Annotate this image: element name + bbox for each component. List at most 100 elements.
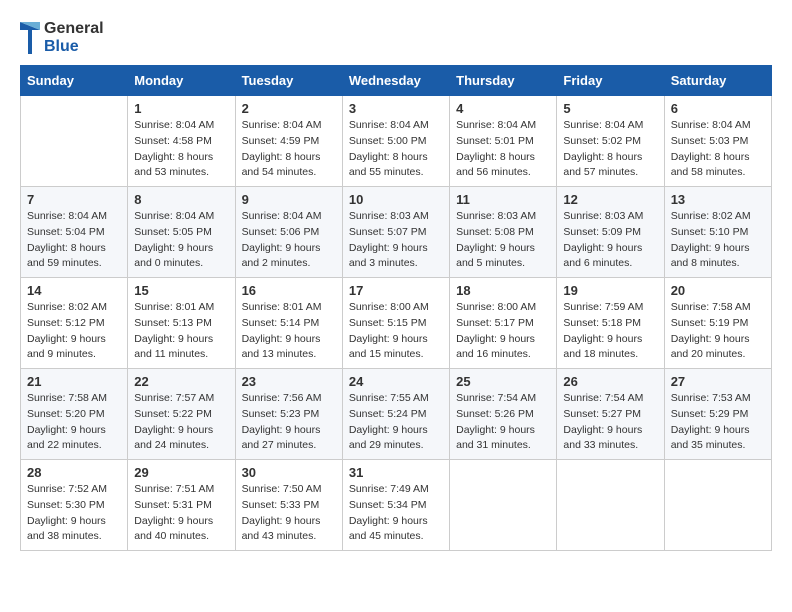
day-number: 27	[671, 374, 765, 389]
calendar-cell: 26 Sunrise: 7:54 AMSunset: 5:27 PMDayligh…	[557, 369, 664, 460]
calendar-cell	[664, 460, 771, 551]
day-number: 19	[563, 283, 657, 298]
calendar-cell: 23 Sunrise: 7:56 AMSunset: 5:23 PMDayligh…	[235, 369, 342, 460]
day-number: 24	[349, 374, 443, 389]
day-info: Sunrise: 8:04 AMSunset: 5:06 PMDaylight:…	[242, 209, 336, 272]
day-info: Sunrise: 8:04 AMSunset: 5:03 PMDaylight:…	[671, 118, 765, 181]
day-number: 6	[671, 101, 765, 116]
day-info: Sunrise: 7:56 AMSunset: 5:23 PMDaylight:…	[242, 391, 336, 454]
day-info: Sunrise: 8:03 AMSunset: 5:09 PMDaylight:…	[563, 209, 657, 272]
calendar-cell: 10 Sunrise: 8:03 AMSunset: 5:07 PMDayligh…	[342, 187, 449, 278]
day-number: 20	[671, 283, 765, 298]
day-number: 11	[456, 192, 550, 207]
weekday-header-friday: Friday	[557, 66, 664, 96]
day-info: Sunrise: 7:53 AMSunset: 5:29 PMDaylight:…	[671, 391, 765, 454]
day-number: 26	[563, 374, 657, 389]
day-info: Sunrise: 8:04 AMSunset: 5:01 PMDaylight:…	[456, 118, 550, 181]
calendar-week-row: 28Sunrise: 7:52 AMSunset: 5:30 PMDayligh…	[21, 460, 772, 551]
calendar-cell: 6 Sunrise: 8:04 AMSunset: 5:03 PMDaylight…	[664, 96, 771, 187]
calendar-week-row: 14 Sunrise: 8:02 AMSunset: 5:12 PMDayligh…	[21, 278, 772, 369]
calendar-cell: 15 Sunrise: 8:01 AMSunset: 5:13 PMDayligh…	[128, 278, 235, 369]
day-number: 17	[349, 283, 443, 298]
day-info: Sunrise: 7:50 AMSunset: 5:33 PMDaylight:…	[242, 482, 336, 545]
day-info: Sunrise: 8:02 AMSunset: 5:12 PMDaylight:…	[27, 300, 121, 363]
day-info: Sunrise: 7:58 AMSunset: 5:20 PMDaylight:…	[27, 391, 121, 454]
logo-arrow-icon	[20, 22, 40, 54]
calendar-cell: 14 Sunrise: 8:02 AMSunset: 5:12 PMDayligh…	[21, 278, 128, 369]
day-number: 2	[242, 101, 336, 116]
calendar-cell: 8 Sunrise: 8:04 AMSunset: 5:05 PMDaylight…	[128, 187, 235, 278]
calendar-cell	[557, 460, 664, 551]
calendar-cell: 11Sunrise: 8:03 AMSunset: 5:08 PMDayligh…	[450, 187, 557, 278]
weekday-header-wednesday: Wednesday	[342, 66, 449, 96]
day-number: 10	[349, 192, 443, 207]
day-number: 30	[242, 465, 336, 480]
calendar-cell: 3Sunrise: 8:04 AMSunset: 5:00 PMDaylight…	[342, 96, 449, 187]
day-info: Sunrise: 7:54 AMSunset: 5:27 PMDaylight:…	[563, 391, 657, 454]
calendar-cell: 7 Sunrise: 8:04 AMSunset: 5:04 PMDaylight…	[21, 187, 128, 278]
day-info: Sunrise: 8:04 AMSunset: 5:04 PMDaylight:…	[27, 209, 121, 272]
calendar-cell: 13 Sunrise: 8:02 AMSunset: 5:10 PMDayligh…	[664, 187, 771, 278]
calendar-cell: 1Sunrise: 8:04 AMSunset: 4:58 PMDaylight…	[128, 96, 235, 187]
calendar-cell: 31 Sunrise: 7:49 AMSunset: 5:34 PMDayligh…	[342, 460, 449, 551]
day-number: 18	[456, 283, 550, 298]
day-number: 23	[242, 374, 336, 389]
calendar-header-row: SundayMondayTuesdayWednesdayThursdayFrid…	[21, 66, 772, 96]
calendar-cell: 9Sunrise: 8:04 AMSunset: 5:06 PMDaylight…	[235, 187, 342, 278]
calendar-cell: 27 Sunrise: 7:53 AMSunset: 5:29 PMDayligh…	[664, 369, 771, 460]
calendar-cell: 17 Sunrise: 8:00 AMSunset: 5:15 PMDayligh…	[342, 278, 449, 369]
calendar-cell: 25 Sunrise: 7:54 AMSunset: 5:26 PMDayligh…	[450, 369, 557, 460]
calendar-cell: 29 Sunrise: 7:51 AMSunset: 5:31 PMDayligh…	[128, 460, 235, 551]
day-info: Sunrise: 8:00 AMSunset: 5:17 PMDaylight:…	[456, 300, 550, 363]
day-number: 21	[27, 374, 121, 389]
calendar-week-row: 1Sunrise: 8:04 AMSunset: 4:58 PMDaylight…	[21, 96, 772, 187]
day-number: 31	[349, 465, 443, 480]
calendar-cell	[21, 96, 128, 187]
day-info: Sunrise: 8:04 AMSunset: 4:59 PMDaylight:…	[242, 118, 336, 181]
day-number: 12	[563, 192, 657, 207]
day-info: Sunrise: 7:58 AMSunset: 5:19 PMDaylight:…	[671, 300, 765, 363]
day-info: Sunrise: 8:02 AMSunset: 5:10 PMDaylight:…	[671, 209, 765, 272]
day-info: Sunrise: 7:59 AMSunset: 5:18 PMDaylight:…	[563, 300, 657, 363]
calendar-cell: 2 Sunrise: 8:04 AMSunset: 4:59 PMDaylight…	[235, 96, 342, 187]
day-info: Sunrise: 8:01 AMSunset: 5:13 PMDaylight:…	[134, 300, 228, 363]
day-info: Sunrise: 8:00 AMSunset: 5:15 PMDaylight:…	[349, 300, 443, 363]
logo-general: General	[44, 20, 104, 38]
weekday-header-thursday: Thursday	[450, 66, 557, 96]
calendar-cell: 22Sunrise: 7:57 AMSunset: 5:22 PMDayligh…	[128, 369, 235, 460]
calendar-cell: 16 Sunrise: 8:01 AMSunset: 5:14 PMDayligh…	[235, 278, 342, 369]
day-number: 16	[242, 283, 336, 298]
day-number: 29	[134, 465, 228, 480]
calendar-table: SundayMondayTuesdayWednesdayThursdayFrid…	[20, 65, 772, 551]
day-number: 7	[27, 192, 121, 207]
day-number: 13	[671, 192, 765, 207]
weekday-header-monday: Monday	[128, 66, 235, 96]
day-info: Sunrise: 7:51 AMSunset: 5:31 PMDaylight:…	[134, 482, 228, 545]
day-number: 5	[563, 101, 657, 116]
calendar-cell: 4Sunrise: 8:04 AMSunset: 5:01 PMDaylight…	[450, 96, 557, 187]
day-info: Sunrise: 8:04 AMSunset: 5:00 PMDaylight:…	[349, 118, 443, 181]
day-number: 14	[27, 283, 121, 298]
day-info: Sunrise: 7:49 AMSunset: 5:34 PMDaylight:…	[349, 482, 443, 545]
day-info: Sunrise: 8:01 AMSunset: 5:14 PMDaylight:…	[242, 300, 336, 363]
day-number: 8	[134, 192, 228, 207]
calendar-cell: 20 Sunrise: 7:58 AMSunset: 5:19 PMDayligh…	[664, 278, 771, 369]
calendar-week-row: 21 Sunrise: 7:58 AMSunset: 5:20 PMDayligh…	[21, 369, 772, 460]
day-number: 15	[134, 283, 228, 298]
page-header: General Blue	[20, 20, 772, 55]
calendar-cell: 28Sunrise: 7:52 AMSunset: 5:30 PMDayligh…	[21, 460, 128, 551]
day-info: Sunrise: 7:54 AMSunset: 5:26 PMDaylight:…	[456, 391, 550, 454]
weekday-header-sunday: Sunday	[21, 66, 128, 96]
logo-blue: Blue	[44, 38, 104, 56]
day-info: Sunrise: 7:57 AMSunset: 5:22 PMDaylight:…	[134, 391, 228, 454]
calendar-cell: 12 Sunrise: 8:03 AMSunset: 5:09 PMDayligh…	[557, 187, 664, 278]
calendar-cell: 30 Sunrise: 7:50 AMSunset: 5:33 PMDayligh…	[235, 460, 342, 551]
day-info: Sunrise: 8:03 AMSunset: 5:07 PMDaylight:…	[349, 209, 443, 272]
day-info: Sunrise: 8:04 AMSunset: 4:58 PMDaylight:…	[134, 118, 228, 181]
day-info: Sunrise: 8:04 AMSunset: 5:05 PMDaylight:…	[134, 209, 228, 272]
day-number: 28	[27, 465, 121, 480]
day-number: 25	[456, 374, 550, 389]
calendar-cell: 19 Sunrise: 7:59 AMSunset: 5:18 PMDayligh…	[557, 278, 664, 369]
weekday-header-tuesday: Tuesday	[235, 66, 342, 96]
calendar-cell: 21 Sunrise: 7:58 AMSunset: 5:20 PMDayligh…	[21, 369, 128, 460]
